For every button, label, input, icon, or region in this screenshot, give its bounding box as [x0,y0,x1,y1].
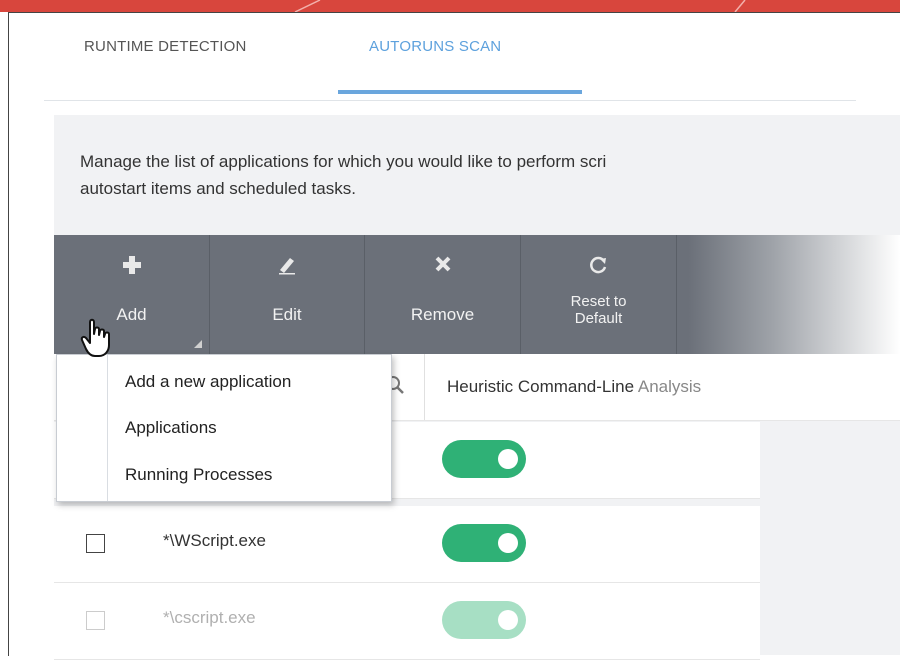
menu-item-add-new-application[interactable]: Add a new application [125,372,291,392]
reset-button-label: Reset to Default [521,293,676,327]
column-divider [424,354,425,420]
menu-item-running-processes[interactable]: Running Processes [125,465,272,485]
description-fade [700,140,900,220]
toolbar-separator [676,235,677,354]
pencil-icon [210,255,364,281]
toggle-knob [498,533,518,553]
tab-runtime-detection[interactable]: RUNTIME DETECTION [84,38,247,55]
edit-button-label: Edit [272,305,302,324]
row-checkbox[interactable] [86,611,105,630]
top-bar-decoration [294,0,746,12]
row-filename: *\cscript.exe [163,608,256,627]
tab-autoruns-scan[interactable]: AUTORUNS SCAN [369,38,501,55]
active-tab-indicator [338,90,582,94]
window-top-bar [0,0,900,12]
column-header-label-tail: Analysis [637,377,702,396]
menu-item-applications[interactable]: Applications [125,418,217,438]
table-row[interactable]: *\WScript.exe [54,506,760,583]
reset-label-line-2: Default [574,310,623,327]
heuristic-toggle[interactable] [442,524,526,562]
plus-icon [54,255,209,281]
row-filename: *\WScript.exe [163,531,266,550]
remove-button[interactable]: Remove [365,235,520,354]
reset-to-default-button[interactable]: Reset to Default [521,235,676,354]
add-button-label: Add [116,305,147,324]
column-header-heuristic: Heuristic Command-Line Analysis [447,377,701,397]
edit-button[interactable]: Edit [210,235,364,354]
heuristic-toggle[interactable] [442,601,526,639]
add-dropdown-menu: Add a new application Applications Runni… [56,354,392,502]
menu-gutter [107,355,108,501]
reset-label-line-1: Reset to [570,293,627,310]
column-header-label: Heuristic Command-Line [447,377,635,396]
row-checkbox[interactable] [86,534,105,553]
dropdown-corner-icon [194,340,202,348]
hand-cursor-icon [80,318,110,357]
reset-icon [521,255,676,281]
x-icon [365,255,520,279]
toggle-knob [498,449,518,469]
toolbar: Add Edit Remove Reset to Default [54,235,900,354]
heuristic-toggle[interactable] [442,440,526,478]
toggle-knob [498,610,518,630]
table-row[interactable]: *\cscript.exe [54,583,760,660]
tab-bar: RUNTIME DETECTION AUTORUNS SCAN [44,32,856,101]
add-button[interactable]: Add [54,235,209,354]
remove-button-label: Remove [410,305,475,324]
